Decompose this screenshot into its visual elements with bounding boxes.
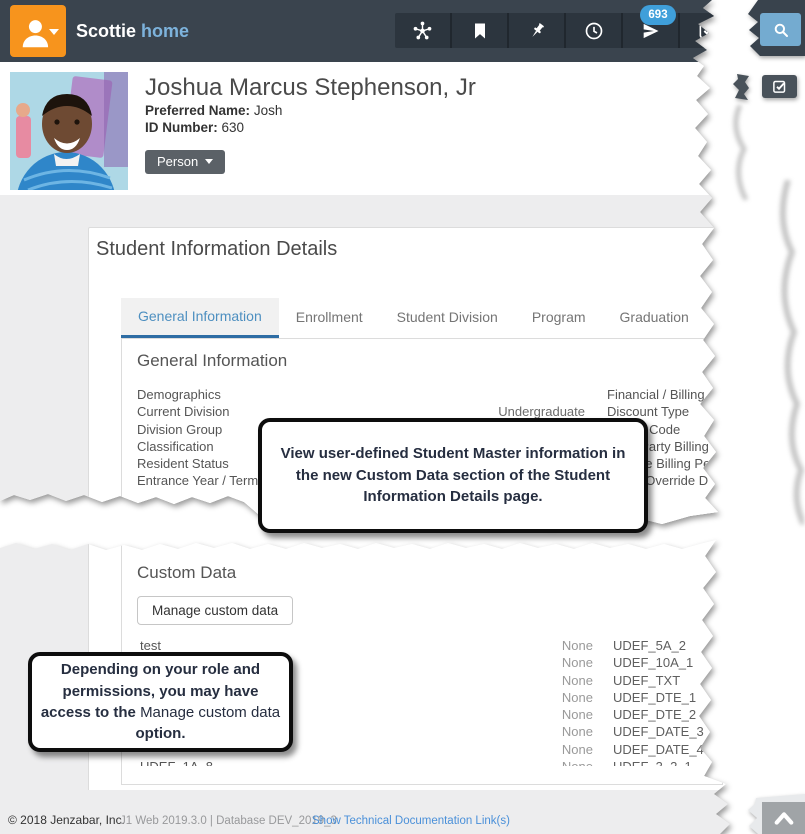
- panel-title: Student Information Details: [96, 238, 337, 261]
- header-tasks-button[interactable]: [762, 75, 797, 98]
- preferred-name-label: Preferred Name:: [145, 103, 250, 118]
- student-name: Joshua Marcus Stephenson, Jr: [145, 74, 476, 102]
- clock-icon: [584, 21, 604, 41]
- field-label: UDEF_TXT: [613, 672, 723, 689]
- field-value: None: [400, 758, 593, 766]
- footer-copyright: © 2018 Jenzabar, Inc.: [8, 812, 125, 828]
- field-label: UDEF_DTE_2: [613, 706, 723, 723]
- field-value: None: [400, 706, 593, 723]
- field-value: None: [400, 741, 593, 758]
- navbar-toolbar: [395, 13, 735, 48]
- preferred-name-row: Preferred Name: Josh: [145, 103, 282, 118]
- field-value: None: [400, 672, 593, 689]
- field-value: [300, 386, 585, 403]
- field-label: Classification: [137, 438, 258, 455]
- field-value: None: [400, 689, 593, 706]
- custom-data-heading: Custom Data: [137, 563, 236, 583]
- custom-data-values: None None None None None None None None: [400, 637, 593, 766]
- general-info-labels: Demographics Current Division Division G…: [137, 386, 258, 490]
- footer-right-fragment: [744, 792, 805, 834]
- field-label: UDEF_10A_1: [613, 654, 723, 671]
- field-label: Current Division: [137, 403, 258, 420]
- field-label: Division Group: [137, 421, 258, 438]
- scroll-to-top-button[interactable]: [762, 802, 805, 834]
- app-brand[interactable]: Scottie home: [76, 0, 189, 62]
- brand-secondary: home: [141, 21, 189, 41]
- id-number-value: 630: [222, 120, 245, 135]
- pushpin-icon: [527, 21, 547, 41]
- checkbox-check-icon: [772, 79, 787, 94]
- footer-version: J1 Web 2019.3.0 | Database DEV_2019_3: [120, 813, 337, 829]
- checkbox-check-icon: [698, 21, 717, 40]
- chevron-down-icon: [49, 29, 59, 35]
- torn-text-remnant: [170, 539, 690, 544]
- field-label: UDEF_5A_2: [613, 637, 723, 654]
- field-label: Resident Status: [137, 455, 258, 472]
- navbar-search-fragment: [744, 0, 805, 56]
- person-dropdown-label: Person: [157, 154, 198, 169]
- chevron-up-icon: [773, 810, 795, 826]
- navbar: Scottie home: [0, 0, 805, 62]
- udef-labels: UDEF_5A_2 UDEF_10A_1 UDEF_TXT UDEF_DTE_1…: [613, 637, 723, 766]
- tab-program[interactable]: Program: [515, 298, 603, 338]
- callout-permissions-note: Depending on your role and permissions, …: [28, 652, 293, 752]
- field-value: None: [400, 637, 593, 654]
- torn-edge-shadow: [726, 105, 754, 200]
- general-information-heading: General Information: [137, 351, 287, 371]
- recent-history-button[interactable]: [564, 13, 621, 48]
- notification-count-badge: 693: [640, 5, 676, 25]
- field-label: Financial / Billing: [607, 386, 727, 403]
- field-label: Entrance Year / Term: [137, 472, 258, 489]
- id-number-row: ID Number: 630: [145, 120, 244, 135]
- search-button[interactable]: [760, 13, 801, 46]
- footer: © 2018 Jenzabar, Inc. J1 Web 2019.3.0 | …: [0, 812, 805, 834]
- field-label: UDEF_1A_8: [140, 758, 213, 766]
- person-dropdown-button[interactable]: Person: [145, 150, 225, 174]
- field-value: None: [400, 723, 593, 740]
- field-label: UDEF_DTE_1: [613, 689, 723, 706]
- torn-button-sliver: [731, 74, 749, 100]
- page: Scottie home: [0, 0, 805, 834]
- tab-graduation[interactable]: Graduation: [603, 298, 706, 338]
- tab-student-division[interactable]: Student Division: [380, 298, 515, 338]
- tab-general-information[interactable]: General Information: [121, 298, 279, 338]
- field-label: UDEF_DATE_3: [613, 723, 723, 740]
- bookmarks-button[interactable]: [450, 13, 507, 48]
- field-label: UDEF_3_2_1: [613, 758, 723, 766]
- search-icon: [772, 21, 790, 39]
- quick-links-button[interactable]: [395, 13, 450, 48]
- callout-text: View user-defined Student Master informa…: [276, 443, 630, 508]
- field-label: Demographics: [137, 386, 258, 403]
- torn-edge-shadow: [770, 180, 804, 525]
- id-number-label: ID Number:: [145, 120, 218, 135]
- user-avatar-button[interactable]: [10, 5, 66, 57]
- bookmark-icon: [470, 21, 490, 41]
- callout-custom-data-note: View user-defined Student Master informa…: [258, 418, 648, 533]
- pinned-items-button[interactable]: [507, 13, 564, 48]
- preferred-name-value: Josh: [254, 103, 283, 118]
- student-header: Joshua Marcus Stephenson, Jr Preferred N…: [0, 62, 805, 195]
- quick-links-icon: [412, 20, 433, 41]
- field-label: UDEF_DATE_4: [613, 741, 723, 758]
- field-value: None: [400, 654, 593, 671]
- detail-tabs: General Information Enrollment Student D…: [121, 298, 706, 338]
- brand-primary: Scottie: [76, 21, 136, 41]
- tab-enrollment[interactable]: Enrollment: [279, 298, 380, 338]
- student-photo: [10, 72, 128, 190]
- callout-text: Depending on your role and permissions, …: [40, 659, 281, 744]
- manage-custom-data-button[interactable]: Manage custom data: [137, 596, 293, 625]
- technical-documentation-link[interactable]: Show Technical Documentation Link(s): [312, 813, 510, 829]
- tasks-button[interactable]: [678, 13, 735, 48]
- chevron-down-icon: [205, 159, 213, 164]
